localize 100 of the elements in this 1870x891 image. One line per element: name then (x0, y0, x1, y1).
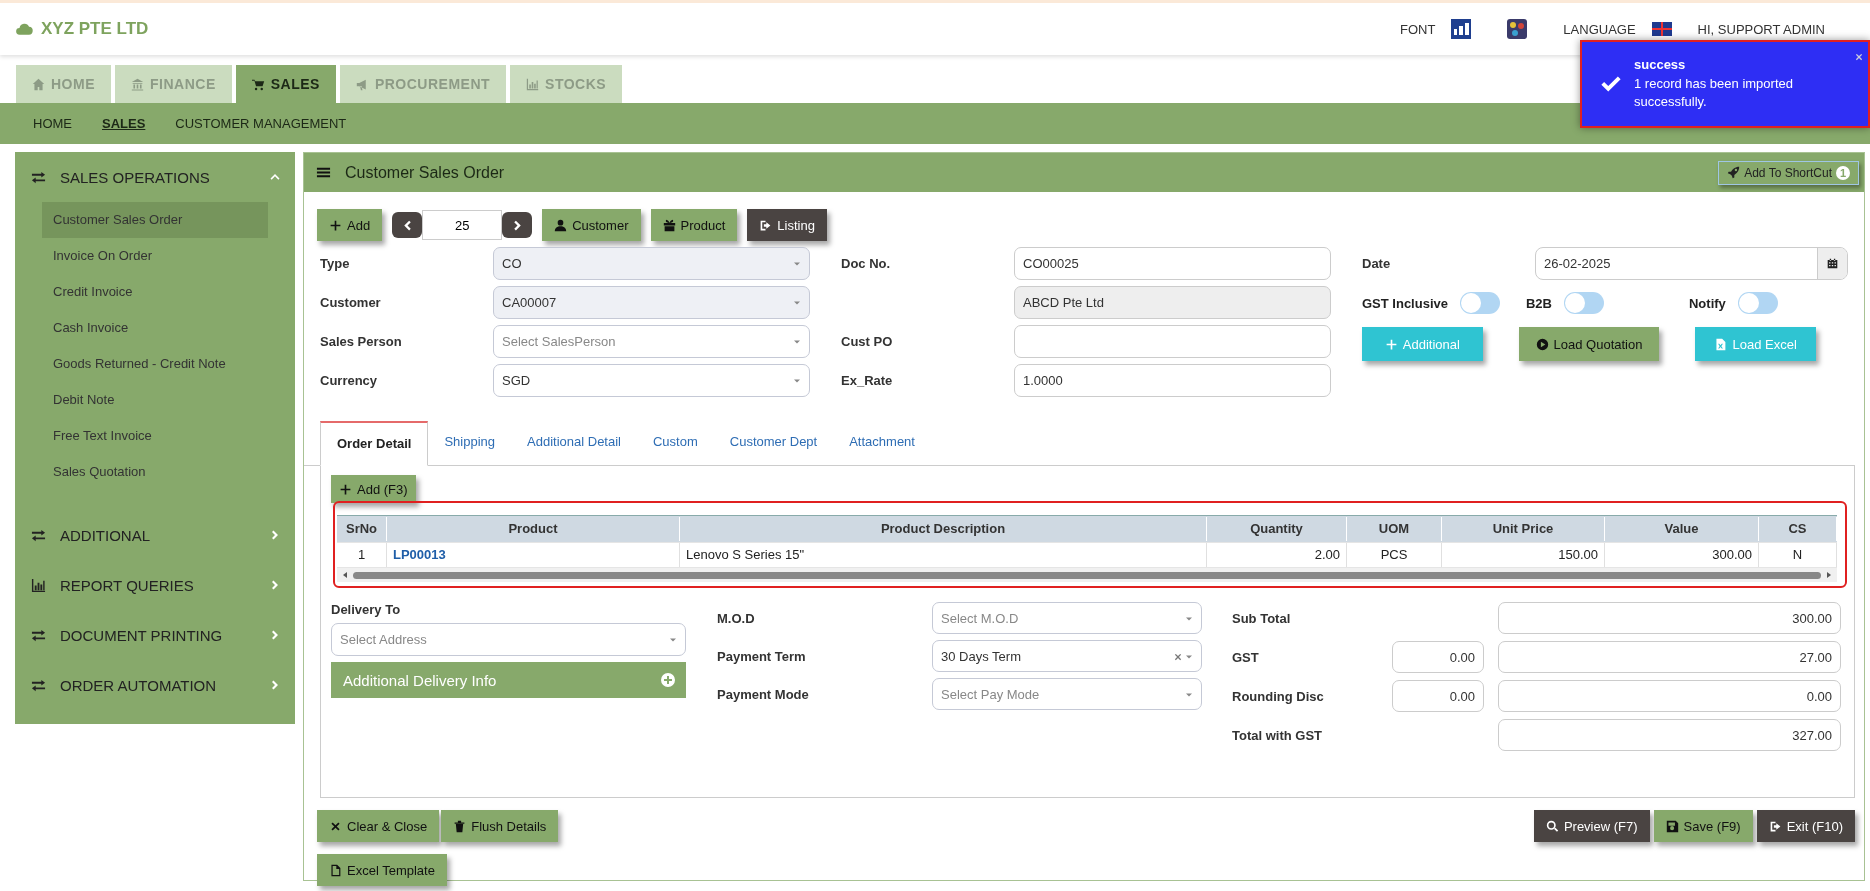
flag-icon[interactable] (1651, 22, 1672, 36)
amount-field[interactable]: 300.00 (1498, 602, 1841, 634)
footer-button[interactable]: Excel Template (317, 854, 447, 886)
field-label: Sales Person (320, 334, 403, 349)
swap-arrows-icon (31, 169, 46, 185)
select-field[interactable]: SGD (493, 364, 810, 397)
column-header[interactable]: UOM (1347, 517, 1442, 541)
sidebar-section[interactable]: ORDER AUTOMATION (15, 666, 295, 704)
language-label[interactable]: LANGUAGE (1563, 21, 1636, 37)
chevron-up-icon (269, 171, 281, 183)
previous-button[interactable] (392, 212, 423, 238)
date-field[interactable]: 26-02-2025 (1535, 247, 1848, 280)
toast-title: success (1634, 56, 1687, 72)
next-button[interactable] (502, 212, 533, 238)
column-header[interactable]: Product (387, 517, 680, 541)
product-button[interactable]: Product (650, 209, 738, 241)
megaphone-icon (355, 77, 369, 91)
detail-tab[interactable]: Shipping (428, 421, 512, 463)
amount-field[interactable]: 27.00 (1498, 641, 1841, 673)
sidebar-section[interactable]: SALES OPERATIONS (15, 158, 295, 196)
palette-icon[interactable] (1507, 19, 1528, 39)
text-field[interactable]: 1.0000 (1014, 364, 1331, 397)
select-field[interactable]: 30 Days Term (932, 640, 1202, 672)
clear-icon[interactable] (1173, 652, 1183, 662)
exit-icon (1768, 819, 1782, 833)
column-header[interactable]: SrNo (337, 517, 387, 541)
sidebar-item[interactable]: Cash Invoice (42, 310, 268, 346)
record-number-field[interactable]: 25 (422, 210, 503, 240)
field-label: Ex_Rate (841, 373, 894, 388)
add-shortcut-button[interactable]: Add To ShortCut 1 (1718, 160, 1859, 185)
sidebar-section[interactable]: REPORT QUERIES (15, 566, 295, 604)
toggle-switch[interactable] (1564, 292, 1604, 314)
plus-icon (339, 482, 352, 496)
calendar-icon[interactable] (1817, 248, 1847, 279)
scroll-right-icon[interactable] (1825, 571, 1833, 579)
sidebar-item[interactable]: Goods Returned - Credit Note (42, 346, 268, 382)
module-tab[interactable]: SALES (235, 65, 336, 103)
select-field[interactable]: Select Pay Mode (932, 678, 1202, 710)
gift-icon (662, 218, 676, 232)
toggle-switch[interactable] (1737, 292, 1778, 314)
listing-button[interactable]: Listing (747, 209, 827, 241)
column-header[interactable]: Value (1605, 517, 1759, 541)
rate-field[interactable]: 0.00 (1392, 641, 1484, 673)
detail-tab[interactable]: Customer Dept (713, 421, 834, 463)
close-icon[interactable] (1854, 52, 1864, 62)
footer-button[interactable]: Save (F9) (1653, 810, 1753, 842)
amount-field[interactable]: 327.00 (1498, 719, 1841, 751)
horizontal-scrollbar[interactable] (337, 568, 1837, 582)
sub-nav-link[interactable]: SALES (102, 116, 146, 131)
toggle-switch[interactable] (1460, 292, 1500, 314)
menu-icon[interactable] (316, 165, 331, 180)
user-greeting[interactable]: HI, SUPPORT ADMIN (1697, 21, 1825, 37)
text-field[interactable] (1014, 325, 1331, 358)
add-row-button[interactable]: Add (F3) (331, 475, 416, 503)
sidebar-section[interactable]: DOCUMENT PRINTING (15, 616, 295, 654)
footer-button[interactable]: Flush Details (441, 810, 559, 842)
field-label: Cust PO (841, 334, 894, 349)
product-link[interactable]: LP00013 (387, 543, 680, 567)
amount-field[interactable]: 0.00 (1498, 680, 1841, 712)
footer-button[interactable]: Exit (F10) (1756, 810, 1855, 842)
detail-tab[interactable]: Custom (637, 421, 714, 463)
table-cell: PCS (1347, 543, 1442, 567)
sidebar-item[interactable]: Credit Invoice (42, 274, 268, 310)
detail-tab[interactable]: Attachment (833, 421, 931, 463)
select-field[interactable]: Select SalesPerson (493, 325, 810, 358)
table-cell: 1 (337, 543, 387, 567)
swap-arrows-icon (31, 527, 46, 543)
sub-nav-link[interactable]: CUSTOMER MANAGEMENT (175, 116, 347, 131)
play-icon (1535, 337, 1549, 351)
sidebar-item[interactable]: Free Text Invoice (42, 418, 268, 454)
sidebar-item[interactable]: Customer Sales Order (42, 202, 268, 238)
sidebar-item[interactable]: Debit Note (42, 382, 268, 418)
field-label: Date (1362, 256, 1392, 271)
table-cell: 150.00 (1442, 543, 1605, 567)
scroll-left-icon[interactable] (341, 571, 349, 579)
sidebar-item[interactable]: Invoice On Order (42, 238, 268, 274)
column-header[interactable]: Unit Price (1442, 517, 1605, 541)
column-header[interactable]: Product Description (680, 517, 1207, 541)
rate-field[interactable]: 0.00 (1392, 680, 1484, 712)
customer-button[interactable]: Customer (542, 209, 641, 241)
swap-arrows-icon (31, 677, 46, 693)
toggle-label: B2B (1525, 295, 1552, 311)
select-field[interactable]: Select Address (331, 623, 686, 656)
bar-chart-icon (526, 77, 540, 91)
add-button[interactable]: Add (317, 209, 383, 241)
sidebar-section[interactable]: ADDITIONAL (15, 516, 295, 554)
action-button[interactable]: Load Quotation (1518, 327, 1660, 361)
field-label: Payment Term (717, 648, 807, 664)
detail-tab[interactable]: Order Detail (320, 421, 429, 466)
plus-icon (329, 218, 342, 232)
sidebar-item[interactable]: Sales Quotation (42, 454, 268, 490)
column-header[interactable]: CS (1759, 517, 1837, 541)
footer-button[interactable]: Preview (F7) (1533, 810, 1650, 842)
column-header[interactable]: Quantity (1207, 517, 1347, 541)
footer-button[interactable]: Clear & Close (317, 810, 440, 842)
text-field[interactable]: CO00025 (1014, 247, 1331, 280)
detail-tab[interactable]: Additional Detail (511, 421, 637, 463)
user-icon (554, 218, 568, 232)
select-field[interactable]: Select M.O.D (932, 602, 1202, 634)
sub-nav-link[interactable]: HOME (33, 116, 72, 131)
